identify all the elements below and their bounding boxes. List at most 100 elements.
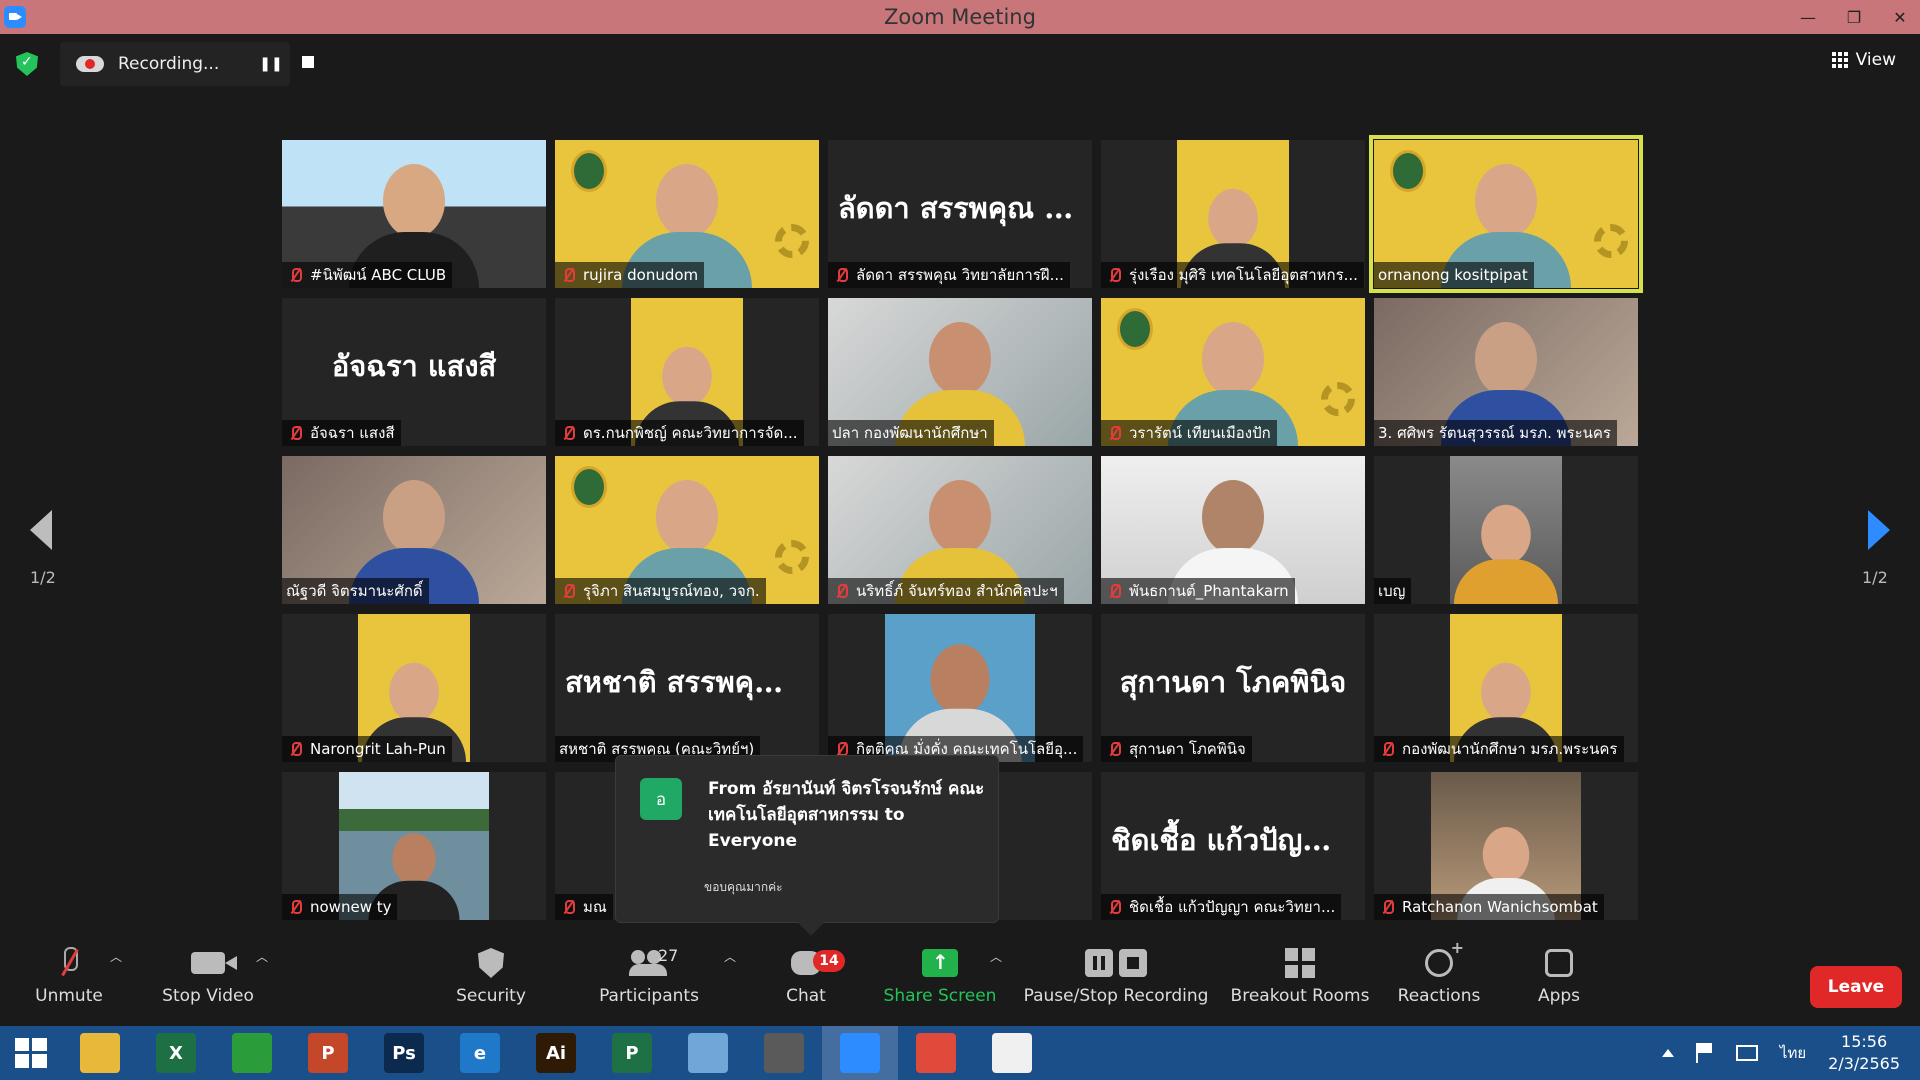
participant-name-tag: มณ xyxy=(555,894,613,920)
participant-tile[interactable]: วรารัตน์ เทียนเมืองปัก xyxy=(1101,298,1365,446)
taskbar-app[interactable] xyxy=(670,1026,746,1080)
participant-name: #นิพัฒน์ ABC CLUB xyxy=(310,266,447,284)
participant-tile[interactable]: #นิพัฒน์ ABC CLUB xyxy=(282,140,546,288)
participant-tile[interactable]: ชิดเชื้อ แก้วปัญญ... ชิดเชื้อ แก้วปัญญา ค… xyxy=(1101,772,1365,920)
reactions-smiley-icon xyxy=(1425,938,1464,977)
muted-mic-icon xyxy=(832,582,850,600)
taskbar-app[interactable]: P xyxy=(290,1026,366,1080)
muted-mic-icon xyxy=(1105,898,1123,916)
pause-stop-recording-button[interactable]: Pause/Stop Recording xyxy=(1016,940,1216,1006)
participant-name: ณัฐวดี จิตรมานะศักดิ์ xyxy=(286,582,423,600)
taskbar-app[interactable]: Ps xyxy=(366,1026,442,1080)
participant-tile[interactable]: กองพัฒนานักศึกษา มรภ.พระนคร xyxy=(1374,614,1638,762)
taskbar-app[interactable] xyxy=(62,1026,138,1080)
participant-name-tag: 3. ศศิพร รัตนสุวรรณ์ มรภ. พระนคร xyxy=(1374,420,1617,446)
participant-tile[interactable]: ลัดดา สรรพคุณ วิ... ลัดดา สรรพคุณ วิทยาลั… xyxy=(828,140,1092,288)
participant-tile[interactable]: Narongrit Lah-Pun xyxy=(282,614,546,762)
network-icon[interactable] xyxy=(1735,1045,1758,1061)
chat-button[interactable]: 14 Chat xyxy=(731,940,881,1006)
taskbar-app[interactable] xyxy=(746,1026,822,1080)
participant-name-tag: รุจิภา สินสมบูรณ์ทอง, วจก. xyxy=(555,578,766,604)
participant-tile[interactable]: Ratchanon Wanichsombat xyxy=(1374,772,1638,920)
participant-name-tag: nownew ty xyxy=(282,894,398,920)
recording-indicator: Recording... ❚❚ xyxy=(60,42,290,86)
participant-tile[interactable]: อัจฉรา แสงสี อัจฉรา แสงสี xyxy=(282,298,546,446)
participant-tile[interactable]: สหชาติ สรรพคุณ... สหชาติ สรรพคุณ (คณะวิทย… xyxy=(555,614,819,762)
restore-icon[interactable]: ❐ xyxy=(1834,0,1874,34)
previous-page-icon[interactable] xyxy=(30,510,52,550)
participant-name-tag: Narongrit Lah-Pun xyxy=(282,736,452,762)
view-button[interactable]: View xyxy=(1831,50,1896,70)
clock[interactable]: 15:56 2/3/2565 xyxy=(1828,1031,1900,1075)
share-options-caret-icon[interactable]: ︿ xyxy=(990,948,1002,964)
participant-name-tag: รุ่งเรือง มุศิริ เทคโนโลยีอุตสาหกร... xyxy=(1101,262,1364,288)
apps-button[interactable]: Apps xyxy=(1484,940,1634,1006)
participant-name-tag: ลัดดา สรรพคุณ วิทยาลัยการฝึ... xyxy=(828,262,1070,288)
participant-name: รุจิภา สินสมบูรณ์ทอง, วจก. xyxy=(583,582,760,600)
participant-name-tag: สุกานดา โภคพินิจ xyxy=(1101,736,1252,762)
participant-tile[interactable]: รุ่งเรือง มุศิริ เทคโนโลยีอุตสาหกร... xyxy=(1101,140,1365,288)
participant-tile[interactable]: ปลา กองพัฒนานักศึกษา xyxy=(828,298,1092,446)
participant-tile[interactable]: สุกานดา โภคพินิจ สุกานดา โภคพินิจ xyxy=(1101,614,1365,762)
participant-name-tag: วรารัตน์ เทียนเมืองปัก xyxy=(1101,420,1277,446)
close-icon[interactable]: ✕ xyxy=(1880,0,1920,34)
input-language[interactable]: ไทย xyxy=(1780,1041,1806,1065)
action-center-flag-icon[interactable] xyxy=(1695,1043,1714,1063)
participant-tile[interactable]: ornanong kositpipat xyxy=(1369,135,1643,293)
breakout-rooms-button[interactable]: Breakout Rooms xyxy=(1224,940,1376,1006)
participant-name-tag: rujira donudom xyxy=(555,262,705,288)
muted-mic-icon xyxy=(1378,740,1396,758)
stop-icon xyxy=(1119,949,1147,977)
start-button[interactable] xyxy=(0,1026,62,1080)
next-page-icon[interactable] xyxy=(1868,510,1890,550)
participant-tile[interactable]: nownew ty xyxy=(282,772,546,920)
unmute-button[interactable]: Unmute xyxy=(0,940,144,1006)
stop-recording-icon[interactable] xyxy=(302,56,314,68)
window-title: Zoom Meeting xyxy=(884,5,1036,29)
taskbar-app[interactable] xyxy=(974,1026,1050,1080)
participant-tile[interactable]: นริทธิ์ภ์ จันทร์ทอง สำนักศิลปะฯ xyxy=(828,456,1092,604)
share-screen-icon xyxy=(922,949,958,977)
security-shield-icon xyxy=(478,948,504,978)
participant-display-name: ชิดเชื้อ แก้วปัญญ... xyxy=(1111,823,1358,857)
audio-options-caret-icon[interactable]: ︿ xyxy=(110,948,122,964)
powerpoint-icon: P xyxy=(308,1033,348,1073)
participants-label: Participants xyxy=(599,986,699,1006)
participant-tile[interactable]: เบญ xyxy=(1374,456,1638,604)
participant-name-tag: ณัฐวดี จิตรมานะศักดิ์ xyxy=(282,578,429,604)
participant-tile[interactable]: ณัฐวดี จิตรมานะศักดิ์ xyxy=(282,456,546,604)
participants-button[interactable]: 27 Participants xyxy=(574,940,724,1006)
video-camera-icon xyxy=(191,952,237,974)
minimize-icon[interactable]: — xyxy=(1788,0,1828,34)
apps-icon xyxy=(1545,949,1573,977)
participant-display-name: อัจฉรา แสงสี xyxy=(331,349,497,383)
show-hidden-icons-icon[interactable] xyxy=(1661,1049,1674,1057)
video-options-caret-icon[interactable]: ︿ xyxy=(256,948,268,964)
chrome-icon xyxy=(916,1033,956,1073)
taskbar-app[interactable]: Ai xyxy=(518,1026,594,1080)
participant-tile[interactable]: 3. ศศิพร รัตนสุวรรณ์ มรภ. พระนคร xyxy=(1374,298,1638,446)
participant-tile[interactable]: rujira donudom xyxy=(555,140,819,288)
muted-mic-icon xyxy=(559,266,577,284)
participant-tile[interactable]: กิตติคุณ มั่งคั่ง คณะเทคโนโลยีอุ... xyxy=(828,614,1092,762)
security-button[interactable]: Security xyxy=(416,940,566,1006)
participant-name: ดร.กนกพิชญ์ คณะวิทยาการจัด... xyxy=(583,424,798,442)
chat-notification[interactable]: อ From อัรยานันท์ จิตรโรจนรักษ์ คณะเทคโน… xyxy=(615,755,999,923)
encryption-shield-icon[interactable] xyxy=(16,52,38,76)
participant-tile[interactable]: ดร.กนกพิชญ์ คณะวิทยาการจัด... xyxy=(555,298,819,446)
taskbar-app[interactable] xyxy=(822,1026,898,1080)
grid-view-icon xyxy=(1831,52,1848,68)
participant-tile[interactable]: พันธกานต์_Phantakarn xyxy=(1101,456,1365,604)
pause-recording-icon[interactable]: ❚❚ xyxy=(259,53,282,75)
participant-display-name: สหชาติ สรรพคุณ... xyxy=(565,665,812,699)
participant-tile[interactable]: รุจิภา สินสมบูรณ์ทอง, วจก. xyxy=(555,456,819,604)
taskbar-app[interactable]: X xyxy=(138,1026,214,1080)
leave-button[interactable]: Leave xyxy=(1810,966,1902,1008)
taskbar-app[interactable]: P xyxy=(594,1026,670,1080)
internet-explorer-icon: e xyxy=(460,1033,500,1073)
participant-name: วรารัตน์ เทียนเมืองปัก xyxy=(1129,424,1271,442)
taskbar-app[interactable] xyxy=(214,1026,290,1080)
taskbar-app[interactable]: e xyxy=(442,1026,518,1080)
title-bar: Zoom Meeting — ❐ ✕ xyxy=(0,0,1920,34)
taskbar-app[interactable] xyxy=(898,1026,974,1080)
